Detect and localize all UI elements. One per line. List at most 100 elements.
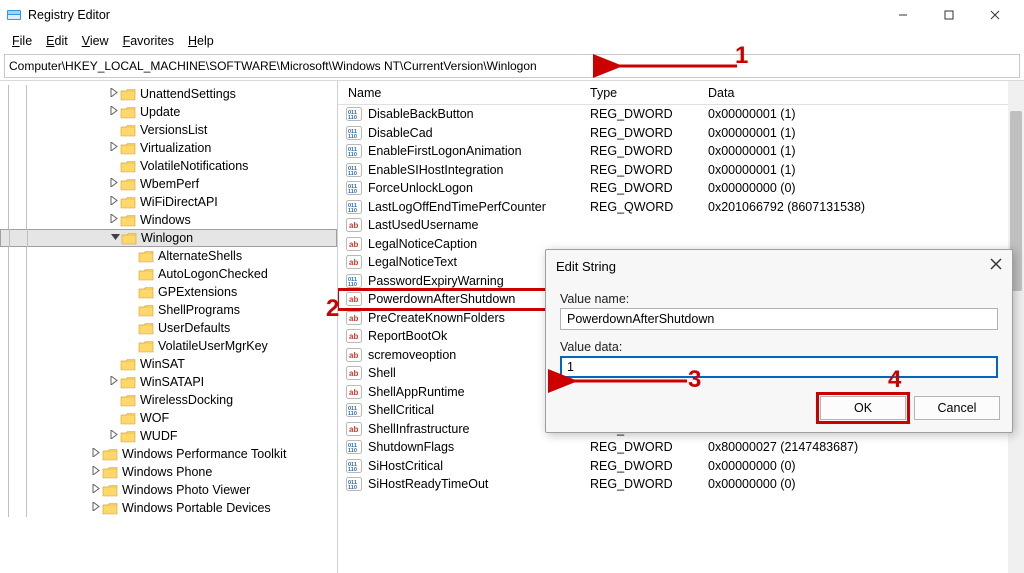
close-icon[interactable]	[990, 257, 1002, 275]
dialog-titlebar[interactable]: Edit String	[546, 250, 1012, 282]
chevron-down-icon[interactable]	[109, 232, 121, 244]
list-row[interactable]: 011110ShutdownFlagsREG_DWORD0x80000027 (…	[338, 438, 1024, 457]
menu-help-label: elp	[197, 34, 214, 48]
tree-node[interactable]: GPExtensions	[0, 283, 337, 301]
dialog-button-row: OK Cancel	[546, 388, 1012, 432]
cell-type: REG_DWORD	[590, 126, 708, 140]
menu-edit-label: dit	[55, 34, 68, 48]
svg-text:110: 110	[348, 152, 357, 158]
tree-node[interactable]: WinSATAPI	[0, 373, 337, 391]
chevron-right-icon[interactable]	[90, 502, 102, 514]
chevron-right-icon[interactable]	[90, 484, 102, 496]
tree-node-label: Update	[140, 105, 180, 119]
list-row[interactable]: 011110DisableCadREG_DWORD0x00000001 (1)	[338, 124, 1024, 143]
list-row[interactable]: 011110ForceUnlockLogonREG_DWORD0x0000000…	[338, 179, 1024, 198]
value-name-field[interactable]	[560, 308, 998, 330]
chevron-right-icon[interactable]	[108, 106, 120, 118]
chevron-right-icon[interactable]	[90, 466, 102, 478]
folder-icon	[138, 267, 154, 281]
reg-dword-icon: 011110	[344, 459, 364, 473]
menu-favorites[interactable]: Favorites	[117, 32, 180, 50]
tree-node-label: WirelessDocking	[140, 393, 233, 407]
tree-node-label: Winlogon	[141, 231, 193, 245]
svg-text:110: 110	[348, 134, 357, 140]
folder-icon	[121, 231, 137, 245]
folder-icon	[102, 501, 118, 515]
chevron-right-icon[interactable]	[108, 178, 120, 190]
list-row[interactable]: 011110EnableSIHostIntegrationREG_DWORD0x…	[338, 161, 1024, 180]
list-row[interactable]: 011110DisableBackButtonREG_DWORD0x000000…	[338, 105, 1024, 124]
tree-node[interactable]: ShellPrograms	[0, 301, 337, 319]
tree-node[interactable]: Windows Portable Devices	[0, 499, 337, 517]
value-data-label: Value data:	[560, 340, 998, 354]
cell-type: REG_DWORD	[590, 181, 708, 195]
close-button[interactable]	[972, 1, 1018, 29]
annotation-3: 3	[688, 366, 701, 394]
value-data-field[interactable]	[560, 356, 998, 378]
reg-sz-icon: ab	[344, 218, 364, 232]
address-bar[interactable]: Computer\HKEY_LOCAL_MACHINE\SOFTWARE\Mic…	[4, 54, 1020, 78]
reg-dword-icon: 011110	[344, 126, 364, 140]
cancel-button[interactable]: Cancel	[914, 396, 1000, 420]
tree-node[interactable]: WirelessDocking	[0, 391, 337, 409]
menu-edit[interactable]: Edit	[40, 32, 74, 50]
chevron-right-icon[interactable]	[108, 142, 120, 154]
tree-node-label: WinSAT	[140, 357, 185, 371]
tree-node[interactable]: Windows	[0, 211, 337, 229]
menu-file[interactable]: File	[6, 32, 38, 50]
folder-icon	[120, 213, 136, 227]
tree-node[interactable]: UserDefaults	[0, 319, 337, 337]
svg-text:110: 110	[348, 189, 357, 195]
tree-node[interactable]: Windows Performance Toolkit	[0, 445, 337, 463]
chevron-right-icon[interactable]	[108, 376, 120, 388]
svg-text:110: 110	[348, 448, 357, 454]
chevron-right-icon[interactable]	[108, 196, 120, 208]
titlebar: Registry Editor	[0, 0, 1024, 30]
tree-pane[interactable]: UnattendSettings Update VersionsList Virtua…	[0, 81, 338, 573]
tree-node[interactable]: Update	[0, 103, 337, 121]
folder-icon	[120, 123, 136, 137]
reg-sz-icon: ab	[344, 255, 364, 269]
chevron-right-icon[interactable]	[108, 430, 120, 442]
chevron-right-icon[interactable]	[108, 214, 120, 226]
col-header-type[interactable]: Type	[590, 86, 708, 100]
list-row[interactable]: 011110EnableFirstLogonAnimationREG_DWORD…	[338, 142, 1024, 161]
tree-node[interactable]: WOF	[0, 409, 337, 427]
tree-node[interactable]: Virtualization	[0, 139, 337, 157]
svg-text:ab: ab	[349, 369, 358, 378]
tree-node[interactable]: VolatileUserMgrKey	[0, 337, 337, 355]
menu-help[interactable]: Help	[182, 32, 220, 50]
list-row[interactable]: 011110SiHostCriticalREG_DWORD0x00000000 …	[338, 457, 1024, 476]
menu-view[interactable]: View	[76, 32, 115, 50]
tree-node-label: WbemPerf	[140, 177, 199, 191]
chevron-right-icon[interactable]	[108, 88, 120, 100]
tree-node-label: Windows Portable Devices	[122, 501, 271, 515]
svg-text:110: 110	[348, 208, 357, 214]
maximize-button[interactable]	[926, 1, 972, 29]
tree-node[interactable]: WiFiDirectAPI	[0, 193, 337, 211]
tree-node-label: VersionsList	[140, 123, 207, 137]
tree-node[interactable]: WinSAT	[0, 355, 337, 373]
chevron-right-icon[interactable]	[90, 448, 102, 460]
cell-name: SiHostReadyTimeOut	[364, 477, 590, 491]
col-header-data[interactable]: Data	[708, 86, 1024, 100]
tree-node[interactable]: WbemPerf	[0, 175, 337, 193]
tree-node[interactable]: UnattendSettings	[0, 85, 337, 103]
list-row[interactable]: 011110SiHostReadyTimeOutREG_DWORD0x00000…	[338, 475, 1024, 494]
col-header-name[interactable]: Name	[338, 86, 590, 100]
tree-node[interactable]: WUDF	[0, 427, 337, 445]
tree-node[interactable]: Windows Phone	[0, 463, 337, 481]
tree-node[interactable]: AlternateShells	[0, 247, 337, 265]
tree-node[interactable]: Windows Photo Viewer	[0, 481, 337, 499]
tree-node[interactable]: AutoLogonChecked	[0, 265, 337, 283]
cell-name: EnableSIHostIntegration	[364, 163, 590, 177]
svg-text:ab: ab	[349, 388, 358, 397]
tree-node[interactable]: VersionsList	[0, 121, 337, 139]
list-row[interactable]: 011110LastLogOffEndTimePerfCounterREG_QW…	[338, 198, 1024, 217]
tree-node[interactable]: Winlogon	[0, 229, 337, 247]
list-row[interactable]: abLastUsedUsername	[338, 216, 1024, 235]
tree-node[interactable]: VolatileNotifications	[0, 157, 337, 175]
ok-button[interactable]: OK	[820, 396, 906, 420]
minimize-button[interactable]	[880, 1, 926, 29]
tree-node-label: WOF	[140, 411, 169, 425]
